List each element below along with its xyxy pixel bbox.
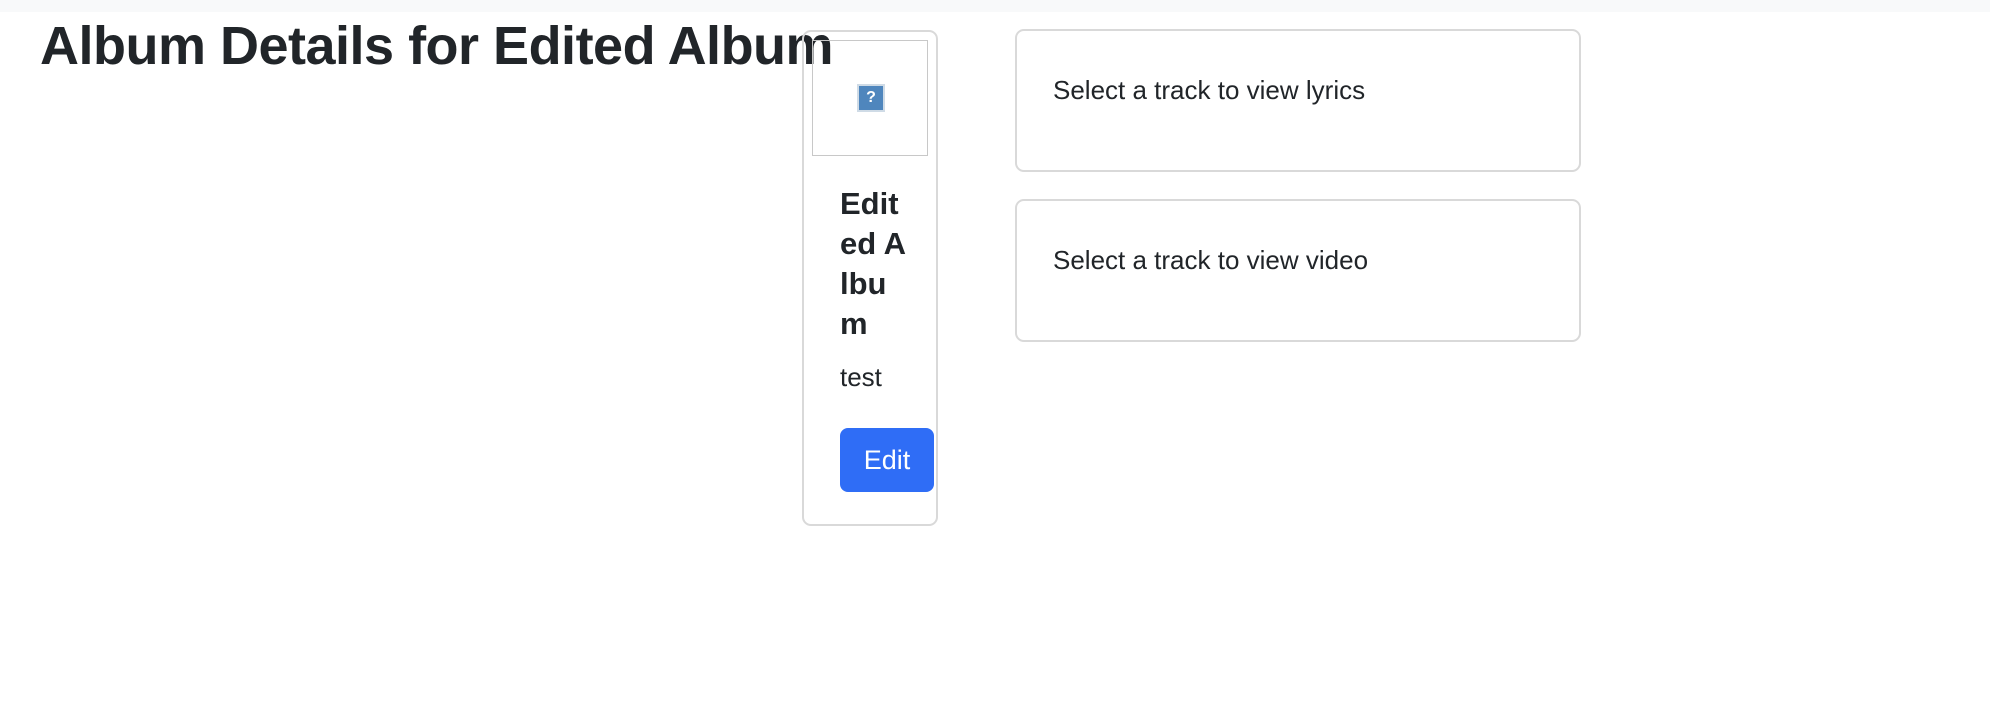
- album-cover-image: ?: [812, 40, 928, 156]
- album-artist: test: [840, 362, 882, 392]
- video-placeholder-text: Select a track to view video: [1053, 245, 1369, 275]
- video-panel: Select a track to view video: [1015, 199, 1581, 342]
- album-title: Edited Album: [840, 186, 907, 341]
- lyrics-placeholder-text: Select a track to view lyrics: [1053, 75, 1366, 105]
- album-card: ? Edited Album test Edit: [802, 30, 938, 526]
- top-bar: [0, 0, 1990, 12]
- missing-image-icon: ?: [857, 84, 885, 112]
- page-title: Album Details for Edited Album: [40, 16, 834, 76]
- lyrics-panel: Select a track to view lyrics: [1015, 29, 1581, 172]
- edit-album-button[interactable]: Edit: [840, 428, 934, 492]
